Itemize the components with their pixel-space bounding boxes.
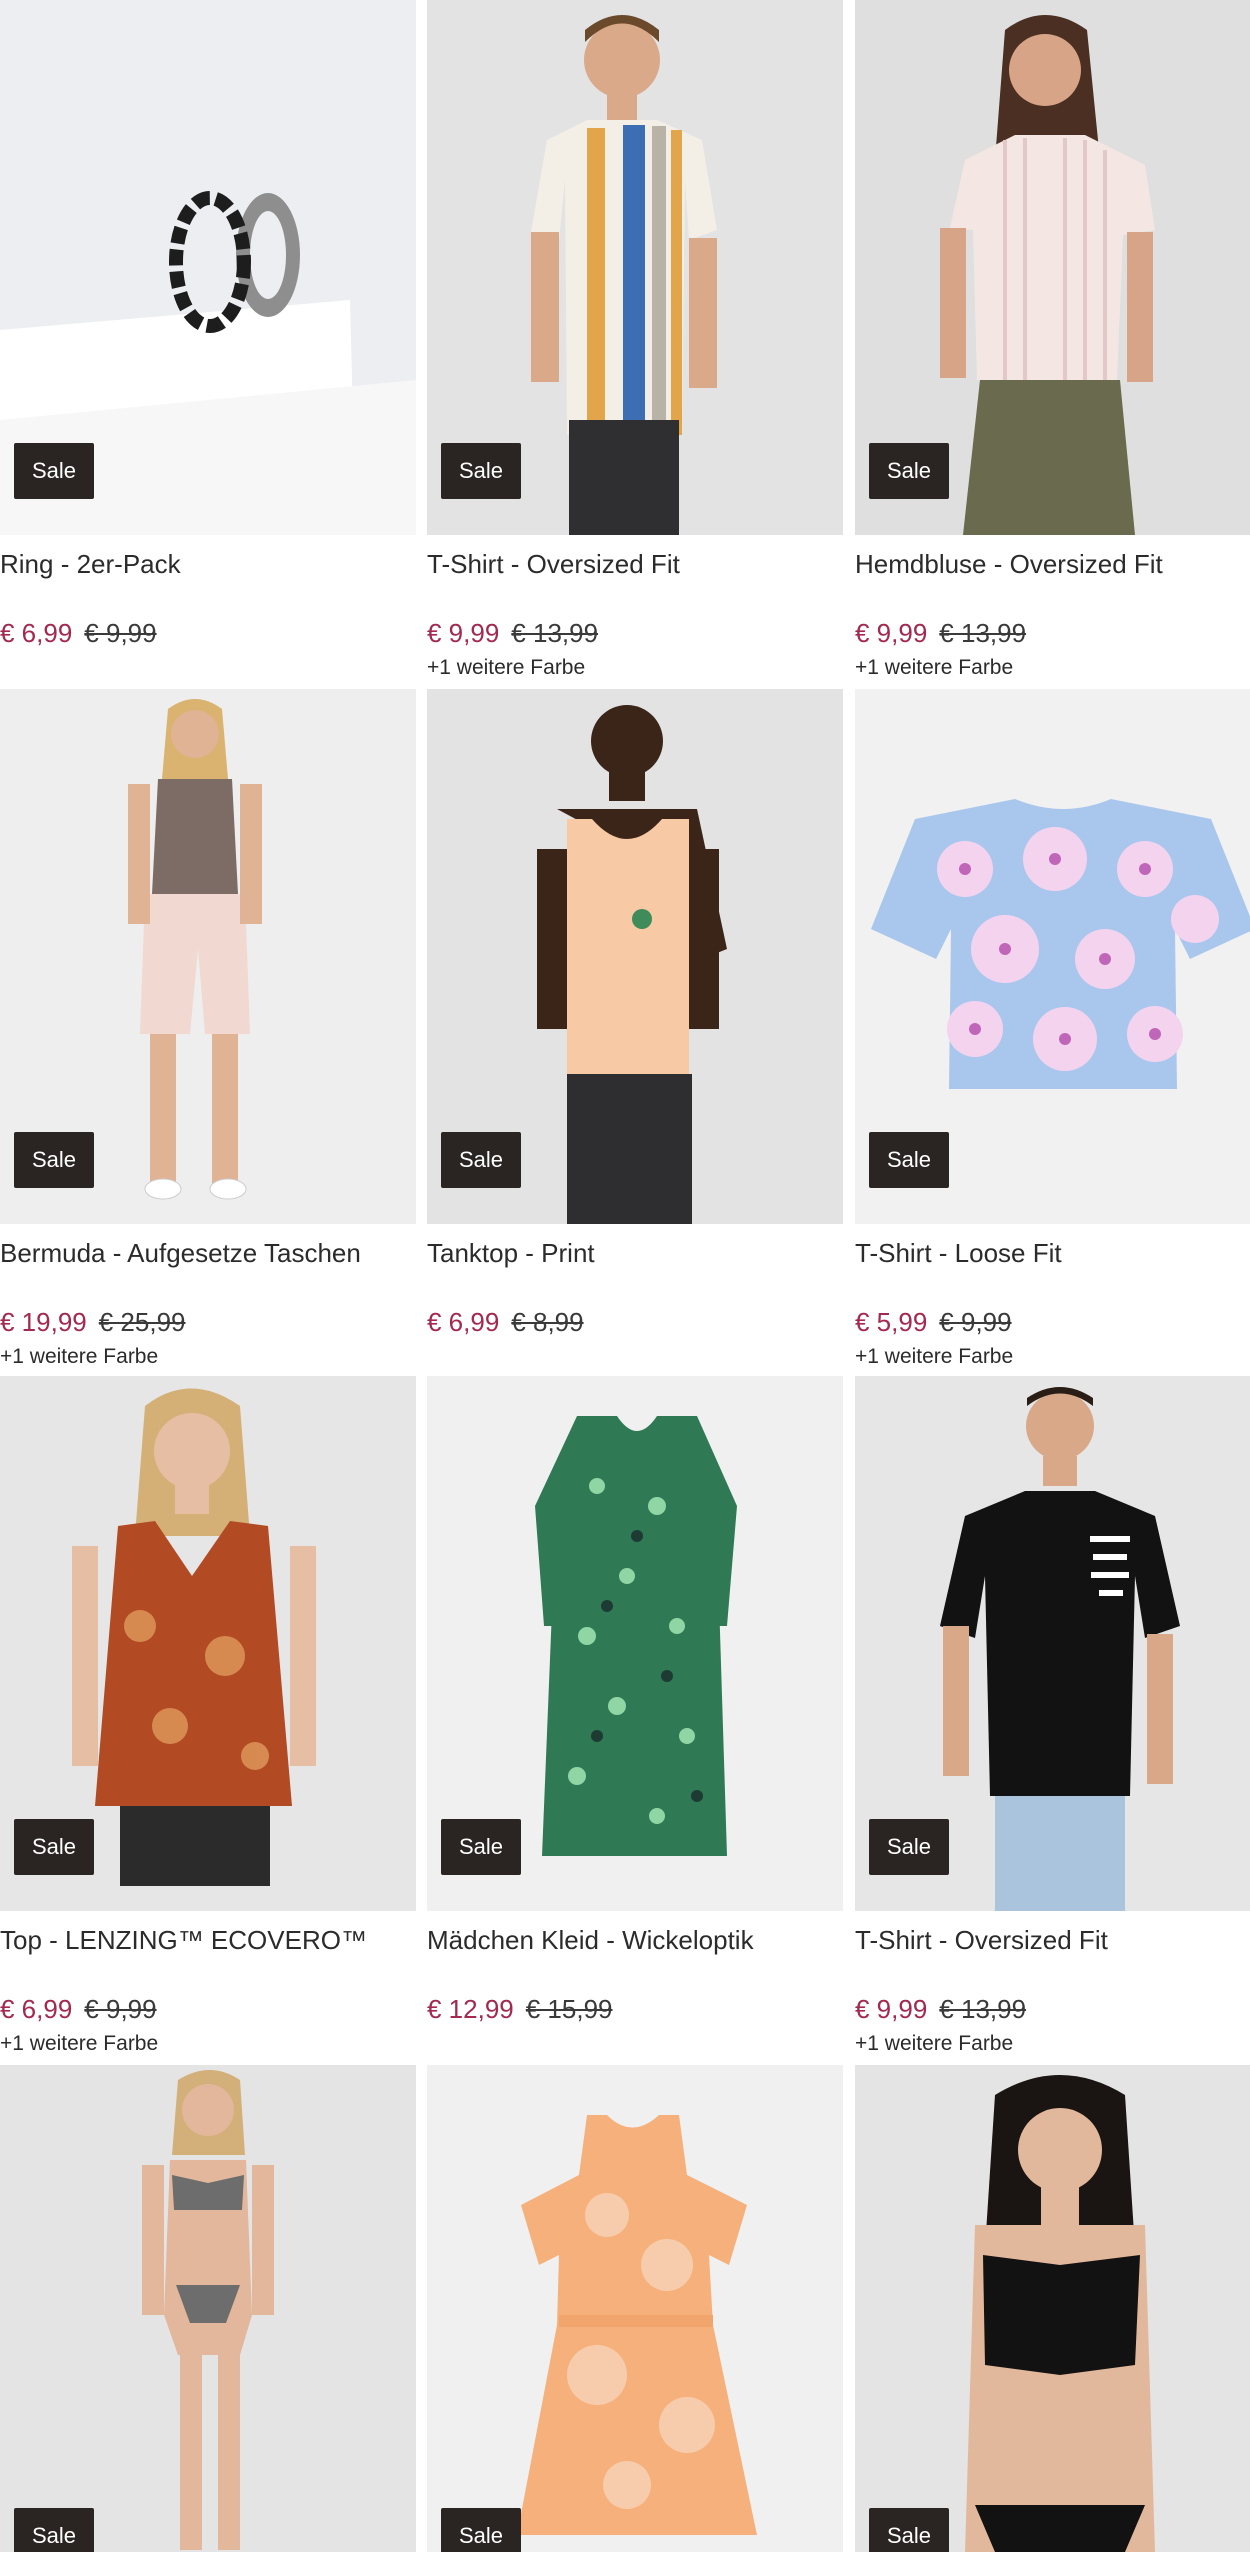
product-card[interactable]: Sale bbox=[0, 2065, 416, 2552]
product-card[interactable]: Sale T-Shirt - Loose Fit € 5,99 € 9,99 +1… bbox=[855, 689, 1250, 1372]
sale-badge: Sale bbox=[869, 1132, 949, 1188]
original-price: € 9,99 bbox=[939, 1307, 1012, 1337]
price-row: € 9,99 € 13,99 bbox=[855, 615, 1250, 651]
product-title[interactable]: Top - LENZING™ ECOVERO™ bbox=[0, 1921, 416, 1959]
checked-bikini-model bbox=[0, 2065, 416, 2552]
product-title[interactable]: Mädchen Kleid - Wickeloptik bbox=[427, 1921, 843, 1959]
sale-price: € 6,99 bbox=[0, 1994, 73, 2024]
product-image[interactable]: Sale bbox=[0, 689, 416, 1224]
price-row: € 6,99 € 9,99 bbox=[0, 1991, 416, 2027]
product-title[interactable]: T-Shirt - Oversized Fit bbox=[855, 1921, 1250, 1959]
product-card[interactable]: Sale Ring - 2er-Pack € 6,99 € 9,99 bbox=[0, 0, 416, 653]
original-price: € 9,99 bbox=[84, 618, 157, 648]
product-image[interactable]: Sale bbox=[427, 2065, 843, 2552]
original-price: € 15,99 bbox=[525, 1994, 613, 2024]
sale-badge: Sale bbox=[14, 2508, 94, 2552]
sale-badge: Sale bbox=[14, 443, 94, 499]
color-variants[interactable]: +1 weitere Farbe bbox=[0, 2029, 416, 2059]
price-row: € 6,99 € 9,99 bbox=[0, 615, 416, 651]
product-title[interactable]: T-Shirt - Oversized Fit bbox=[427, 545, 843, 583]
black-bikini-model bbox=[855, 2065, 1250, 2552]
original-price: € 9,99 bbox=[84, 1994, 157, 2024]
sale-price: € 5,99 bbox=[855, 1307, 928, 1337]
product-card[interactable]: Sale Mädchen Kleid - Wickeloptik € 12,99… bbox=[427, 1376, 843, 2029]
sale-badge: Sale bbox=[869, 1819, 949, 1875]
sale-badge: Sale bbox=[869, 443, 949, 499]
sale-price: € 9,99 bbox=[855, 1994, 928, 2024]
product-title[interactable]: Tanktop - Print bbox=[427, 1234, 843, 1272]
product-card[interactable]: Sale Bermuda - Aufgesetze Taschen € 19,9… bbox=[0, 689, 416, 1372]
original-price: € 8,99 bbox=[511, 1307, 584, 1337]
product-card[interactable]: Sale Tanktop - Print € 6,99 € 8,99 bbox=[427, 689, 843, 1342]
product-image[interactable]: Sale bbox=[427, 689, 843, 1224]
product-image[interactable]: Sale bbox=[855, 689, 1250, 1224]
product-image[interactable]: Sale bbox=[0, 2065, 416, 2552]
color-variants[interactable]: +1 weitere Farbe bbox=[855, 2029, 1250, 2059]
price-row: € 5,99 € 9,99 bbox=[855, 1304, 1250, 1340]
original-price: € 25,99 bbox=[98, 1307, 186, 1337]
sale-price: € 19,99 bbox=[0, 1307, 87, 1337]
product-image[interactable]: Sale bbox=[427, 0, 843, 535]
price-row: € 6,99 € 8,99 bbox=[427, 1304, 843, 1340]
price-row: € 9,99 € 13,99 bbox=[855, 1991, 1250, 2027]
product-grid: Sale Ring - 2er-Pack € 6,99 € 9,99 Sale … bbox=[0, 0, 1250, 2552]
sale-price: € 12,99 bbox=[427, 1994, 514, 2024]
color-variants[interactable]: +1 weitere Farbe bbox=[855, 653, 1250, 683]
original-price: € 13,99 bbox=[939, 1994, 1027, 2024]
product-card[interactable]: Sale bbox=[427, 2065, 843, 2552]
sale-badge: Sale bbox=[14, 1819, 94, 1875]
sale-badge: Sale bbox=[14, 1132, 94, 1188]
color-variants[interactable]: +1 weitere Farbe bbox=[0, 1342, 416, 1372]
color-variants[interactable]: +1 weitere Farbe bbox=[855, 1342, 1250, 1372]
product-image[interactable]: Sale bbox=[0, 0, 416, 535]
product-card[interactable]: Sale Top - LENZING™ ECOVERO™ € 6,99 € 9,9… bbox=[0, 1376, 416, 2059]
product-card[interactable]: Sale Hemdbluse - Oversized Fit € 9,99 € 1… bbox=[855, 0, 1250, 683]
sale-price: € 6,99 bbox=[0, 618, 73, 648]
product-image[interactable]: Sale bbox=[427, 1376, 843, 1911]
price-row: € 9,99 € 13,99 bbox=[427, 615, 843, 651]
product-title[interactable]: Hemdbluse - Oversized Fit bbox=[855, 545, 1250, 583]
sale-badge: Sale bbox=[441, 2508, 521, 2552]
sale-price: € 9,99 bbox=[427, 618, 500, 648]
product-card[interactable]: Sale bbox=[855, 2065, 1250, 2552]
color-variants[interactable]: +1 weitere Farbe bbox=[427, 653, 843, 683]
product-card[interactable]: Sale T-Shirt - Oversized Fit € 9,99 € 13,… bbox=[427, 0, 843, 683]
product-image[interactable]: Sale bbox=[0, 1376, 416, 1911]
sale-badge: Sale bbox=[441, 443, 521, 499]
sale-price: € 6,99 bbox=[427, 1307, 500, 1337]
product-title[interactable]: T-Shirt - Loose Fit bbox=[855, 1234, 1250, 1272]
product-image[interactable]: Sale bbox=[855, 0, 1250, 535]
product-title[interactable]: Bermuda - Aufgesetze Taschen bbox=[0, 1234, 416, 1272]
sale-badge: Sale bbox=[869, 2508, 949, 2552]
sale-badge: Sale bbox=[441, 1132, 521, 1188]
original-price: € 13,99 bbox=[511, 618, 599, 648]
sale-badge: Sale bbox=[441, 1819, 521, 1875]
price-row: € 19,99 € 25,99 bbox=[0, 1304, 416, 1340]
product-image[interactable]: Sale bbox=[855, 2065, 1250, 2552]
sale-price: € 9,99 bbox=[855, 618, 928, 648]
product-title[interactable]: Ring - 2er-Pack bbox=[0, 545, 416, 583]
price-row: € 12,99 € 15,99 bbox=[427, 1991, 843, 2027]
orange-dress-flatlay bbox=[427, 2065, 843, 2552]
product-image[interactable]: Sale bbox=[855, 1376, 1250, 1911]
original-price: € 13,99 bbox=[939, 618, 1027, 648]
product-card[interactable]: Sale T-Shirt - Oversized Fit € 9,99 € 13,… bbox=[855, 1376, 1250, 2059]
